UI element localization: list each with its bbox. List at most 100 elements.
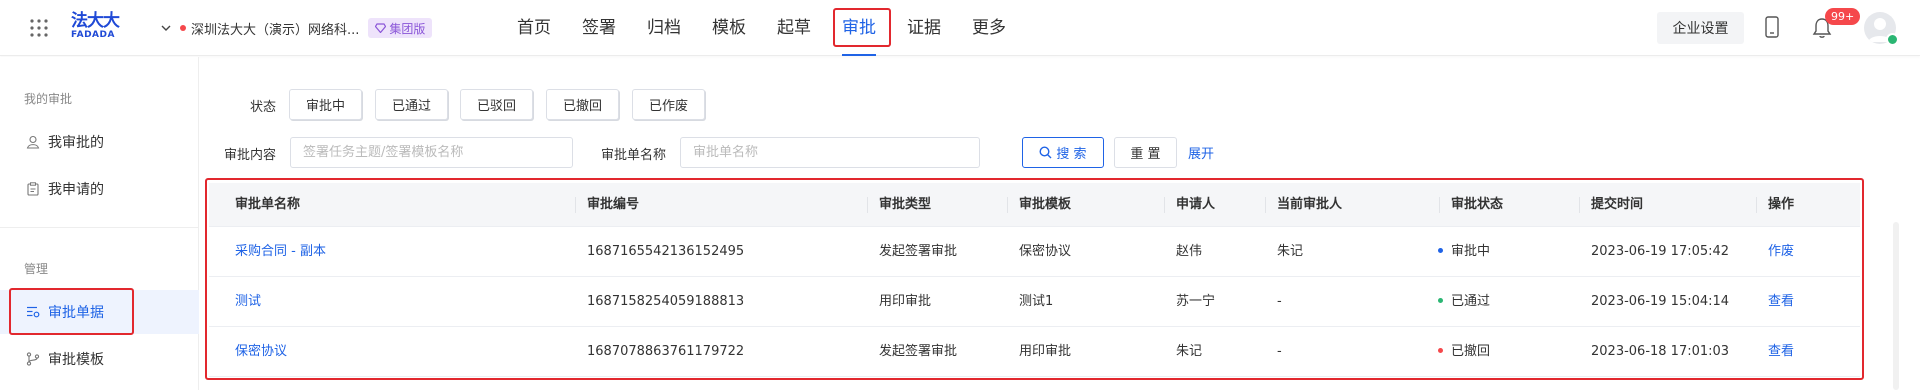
- sidebar-divider: [0, 227, 199, 228]
- table-row: 采购合同 - 副本 1687165542136152495 发起签署审批 保密协…: [209, 227, 1860, 277]
- clipboard-icon: [27, 182, 39, 196]
- row-status-label: 审批中: [1451, 244, 1491, 259]
- row-status-label: 已通过: [1451, 294, 1491, 309]
- group-edition-badge: 集团版: [368, 18, 433, 38]
- row-applicant: 朱记: [1176, 344, 1203, 359]
- sidebar-item-label: 审批模板: [48, 352, 104, 368]
- row-approver: -: [1277, 294, 1282, 309]
- col-separator: [1756, 197, 1757, 213]
- app-grid-icon[interactable]: [30, 19, 48, 37]
- col-separator: [867, 197, 868, 213]
- status-filter-approved[interactable]: 已通过: [375, 89, 449, 120]
- row-number: 1687158254059188813: [587, 294, 745, 309]
- row-number: 1687078863761179722: [587, 344, 745, 359]
- status-filter-pending[interactable]: 审批中: [289, 89, 363, 120]
- row-time: 2023-06-19 15:04:14: [1591, 294, 1730, 309]
- col-header-name: 审批单名称: [235, 197, 301, 212]
- sidebar-item-label: 我申请的: [48, 182, 104, 198]
- nav-more[interactable]: 更多: [972, 0, 1006, 56]
- row-name-link[interactable]: 保密协议: [235, 327, 287, 377]
- sidebar-item-my-requests[interactable]: 我申请的: [0, 167, 199, 211]
- nav-sign[interactable]: 签署: [582, 0, 616, 56]
- col-header-type: 审批类型: [879, 197, 932, 212]
- org-switcher[interactable]: 深圳法大大（演示）网络科... 集团版: [160, 17, 433, 39]
- row-template: 用印审批: [1019, 344, 1072, 359]
- reset-button[interactable]: 重 置: [1114, 137, 1177, 168]
- logo-text-en: FADADA: [71, 30, 115, 40]
- sidebar-item-my-approvals[interactable]: 我审批的: [0, 120, 199, 164]
- diamond-icon: [375, 23, 387, 33]
- group-edition-label: 集团版: [389, 21, 426, 36]
- sidebar-item-label: 我审批的: [48, 135, 104, 151]
- col-header-time: 提交时间: [1591, 197, 1644, 212]
- row-name-link[interactable]: 测试: [235, 277, 261, 327]
- row-type: 发起签署审批: [879, 244, 958, 259]
- nav-home[interactable]: 首页: [517, 0, 551, 56]
- approval-content-input[interactable]: [290, 137, 573, 168]
- row-action-void[interactable]: 作废: [1768, 227, 1794, 277]
- nav-approval[interactable]: 审批: [842, 0, 876, 56]
- nav-template[interactable]: 模板: [712, 0, 746, 56]
- nav-evidence[interactable]: 证据: [907, 0, 941, 56]
- status-dot: [1438, 298, 1443, 303]
- approval-docname-input[interactable]: [680, 137, 980, 168]
- mobile-icon[interactable]: [1765, 16, 1779, 38]
- row-time: 2023-06-18 17:01:03: [1591, 344, 1730, 359]
- org-status-dot: [180, 25, 186, 31]
- sidebar-item-label: 审批单据: [48, 305, 104, 321]
- row-action-view[interactable]: 查看: [1768, 327, 1794, 377]
- status-filter-rejected[interactable]: 已驳回: [460, 89, 534, 120]
- row-number: 1687165542136152495: [587, 244, 745, 259]
- row-applicant: 赵伟: [1176, 244, 1203, 259]
- table-header: 审批单名称 审批编号 审批类型 审批模板 申请人 当前审批人 审批状态 提交时间…: [209, 183, 1860, 227]
- row-name-link[interactable]: 采购合同 - 副本: [235, 227, 326, 277]
- enterprise-settings-button[interactable]: 企业设置: [1657, 12, 1744, 44]
- status-filter-label: 状态: [250, 100, 277, 115]
- notification-count-badge: 99+: [1825, 8, 1861, 25]
- verified-check-icon: [1886, 33, 1899, 46]
- row-status: 已通过: [1438, 277, 1490, 327]
- table-row: 保密协议 1687078863761179722 发起签署审批 用印审批 朱记 …: [209, 327, 1860, 377]
- row-status: 审批中: [1438, 227, 1490, 277]
- main-nav: 首页 签署 归档 模板 起草 审批 证据 更多: [517, 0, 1037, 56]
- table-row: 测试 1687158254059188813 用印审批 测试1 苏一宁 - 已通…: [209, 277, 1860, 327]
- expand-filters-link[interactable]: 展开: [1188, 143, 1214, 162]
- status-dot: [1438, 348, 1443, 353]
- search-button[interactable]: 搜 索: [1022, 137, 1104, 168]
- row-template: 测试1: [1019, 294, 1054, 309]
- row-action-view[interactable]: 查看: [1768, 277, 1794, 327]
- approval-table: 审批单名称 审批编号 审批类型 审批模板 申请人 当前审批人 审批状态 提交时间…: [209, 183, 1860, 377]
- row-applicant: 苏一宁: [1176, 294, 1216, 309]
- search-icon: [1039, 146, 1052, 159]
- sidebar-item-approval-docs[interactable]: 审批单据: [0, 290, 199, 334]
- col-separator: [1007, 197, 1008, 213]
- col-separator: [1439, 197, 1440, 213]
- row-approver: 朱记: [1277, 244, 1304, 259]
- row-template: 保密协议: [1019, 244, 1072, 259]
- row-status-label: 已撤回: [1451, 344, 1491, 359]
- row-approver: -: [1277, 344, 1282, 359]
- fadada-logo[interactable]: 法大大 FADADA: [71, 13, 121, 43]
- row-time: 2023-06-19 17:05:42: [1591, 244, 1730, 259]
- sidebar: 我的审批 我审批的 我申请的 管理 审批单据 审批模板: [0, 57, 199, 390]
- nav-archive[interactable]: 归档: [647, 0, 681, 56]
- row-status: 已撤回: [1438, 327, 1490, 377]
- vertical-scrollbar[interactable]: [1893, 222, 1899, 390]
- col-header-applicant: 申请人: [1176, 197, 1216, 212]
- col-separator: [1579, 197, 1580, 213]
- logo-text-zh: 法大大: [71, 11, 120, 31]
- col-separator: [575, 197, 576, 213]
- nav-draft[interactable]: 起草: [777, 0, 811, 56]
- user-icon: [26, 135, 40, 149]
- col-header-number: 审批编号: [587, 197, 640, 212]
- col-header-approver: 当前审批人: [1277, 197, 1343, 212]
- col-separator: [1164, 197, 1165, 213]
- org-name: 深圳法大大（演示）网络科...: [191, 22, 360, 38]
- col-header-template: 审批模板: [1019, 197, 1072, 212]
- sidebar-item-approval-templates[interactable]: 审批模板: [0, 337, 199, 381]
- branch-icon: [26, 352, 40, 366]
- status-filter-withdrawn[interactable]: 已撤回: [546, 89, 620, 120]
- list-settings-icon: [27, 306, 40, 318]
- sidebar-group-management: 管理: [24, 262, 49, 276]
- status-filter-voided[interactable]: 已作废: [632, 89, 706, 120]
